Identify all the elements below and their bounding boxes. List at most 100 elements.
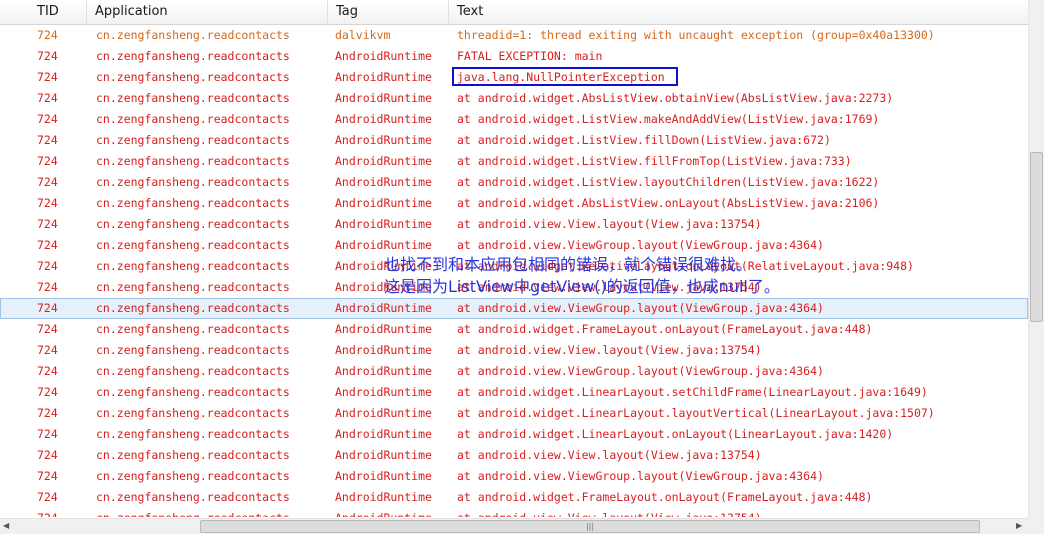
log-tag-cell: AndroidRuntime <box>335 322 432 336</box>
log-text-cell: at android.view.ViewGroup.layout(ViewGro… <box>457 364 824 378</box>
log-tid-cell: 724 <box>37 259 58 273</box>
log-tid-cell: 724 <box>37 385 58 399</box>
log-application-cell: cn.zengfansheng.readcontacts <box>96 508 290 517</box>
log-tid-cell: 724 <box>37 91 58 105</box>
log-tag-cell: AndroidRuntime <box>335 490 432 504</box>
column-header-application[interactable]: Application <box>87 0 328 24</box>
log-tag-cell: AndroidRuntime <box>335 238 432 252</box>
annotation-text: 也找不到和本应用包相同的错误，就个错误很难找。 这是因为ListView中get… <box>384 254 780 298</box>
log-tid-cell: 724 <box>37 175 58 189</box>
horizontal-scrollbar[interactable]: ◀ ||| ▶ <box>0 518 1028 534</box>
log-tag-cell: AndroidRuntime <box>335 196 432 210</box>
log-text-cell: at android.widget.ListView.fillDown(List… <box>457 133 831 147</box>
log-text-cell: at android.widget.ListView.fillFromTop(L… <box>457 154 852 168</box>
log-application-cell: cn.zengfansheng.readcontacts <box>96 49 290 63</box>
vertical-scrollbar[interactable] <box>1028 0 1044 518</box>
log-row[interactable]: 724 cn.zengfansheng.readcontacts AndroidRu… <box>0 172 1028 193</box>
log-tid-cell: 724 <box>37 508 58 517</box>
log-row[interactable]: 724 cn.zengfansheng.readcontacts AndroidRu… <box>0 319 1028 340</box>
log-tag-cell: dalvikvm <box>335 28 391 42</box>
log-row[interactable]: 724 cn.zengfansheng.readcontacts AndroidRu… <box>0 445 1028 466</box>
log-tag-cell: AndroidRuntime <box>335 70 432 84</box>
log-application-cell: cn.zengfansheng.readcontacts <box>96 91 290 105</box>
log-application-cell: cn.zengfansheng.readcontacts <box>96 385 290 399</box>
log-row[interactable]: 724 cn.zengfansheng.readcontacts AndroidRu… <box>0 151 1028 172</box>
log-tid-cell: 724 <box>37 427 58 441</box>
log-text-cell: at android.view.ViewGroup.layout(ViewGro… <box>457 301 824 315</box>
log-text-cell: at android.view.View.layout(View.java:13… <box>457 343 762 357</box>
log-tid-cell: 724 <box>37 301 58 315</box>
log-tid-cell: 724 <box>37 490 58 504</box>
log-text-cell: at android.view.ViewGroup.layout(ViewGro… <box>457 469 824 483</box>
log-tid-cell: 724 <box>37 196 58 210</box>
log-tag-cell: AndroidRuntime <box>335 217 432 231</box>
log-text-cell: at android.view.View.layout(View.java:13… <box>457 448 762 462</box>
log-row[interactable]: 724 cn.zengfansheng.readcontacts AndroidRu… <box>0 109 1028 130</box>
log-row[interactable]: 724 cn.zengfansheng.readcontacts AndroidRu… <box>0 298 1028 319</box>
log-application-cell: cn.zengfansheng.readcontacts <box>96 70 290 84</box>
log-row[interactable]: 724 cn.zengfansheng.readcontacts AndroidRu… <box>0 382 1028 403</box>
log-tid-cell: 724 <box>37 49 58 63</box>
log-row[interactable]: 724 cn.zengfansheng.readcontacts AndroidRu… <box>0 67 1028 88</box>
log-tag-cell: AndroidRuntime <box>335 175 432 189</box>
log-application-cell: cn.zengfansheng.readcontacts <box>96 364 290 378</box>
log-application-cell: cn.zengfansheng.readcontacts <box>96 427 290 441</box>
log-text-cell: java.lang.NullPointerException <box>457 70 665 84</box>
log-row[interactable]: 724 cn.zengfansheng.readcontacts AndroidRu… <box>0 424 1028 445</box>
log-tag-cell: AndroidRuntime <box>335 469 432 483</box>
log-text-cell: at android.widget.ListView.makeAndAddVie… <box>457 112 880 126</box>
log-row[interactable]: 724 cn.zengfansheng.readcontacts AndroidRu… <box>0 361 1028 382</box>
log-row[interactable]: 724 cn.zengfansheng.readcontacts AndroidRu… <box>0 487 1028 508</box>
log-text-cell: at android.widget.ListView.layoutChildre… <box>457 175 880 189</box>
column-header-tag[interactable]: Tag <box>328 0 449 24</box>
log-application-cell: cn.zengfansheng.readcontacts <box>96 259 290 273</box>
log-row[interactable]: 724 cn.zengfansheng.readcontacts dalvikvm t… <box>0 25 1028 46</box>
scroll-right-arrow-icon[interactable]: ▶ <box>1016 521 1022 530</box>
log-row[interactable]: 724 cn.zengfansheng.readcontacts AndroidRu… <box>0 130 1028 151</box>
log-tag-cell: AndroidRuntime <box>335 49 432 63</box>
log-text-cell: at android.widget.FrameLayout.onLayout(F… <box>457 322 873 336</box>
log-application-cell: cn.zengfansheng.readcontacts <box>96 154 290 168</box>
log-text-cell: threadid=1: thread exiting with uncaught… <box>457 28 935 42</box>
log-application-cell: cn.zengfansheng.readcontacts <box>96 469 290 483</box>
horizontal-scroll-thumb[interactable]: ||| <box>200 520 980 533</box>
log-text-cell: at android.widget.LinearLayout.onLayout(… <box>457 427 894 441</box>
log-tag-cell: AndroidRuntime <box>335 343 432 357</box>
log-row[interactable]: 724 cn.zengfansheng.readcontacts AndroidRu… <box>0 235 1028 256</box>
log-tag-cell: AndroidRuntime <box>335 154 432 168</box>
column-header-text[interactable]: Text <box>449 0 1028 24</box>
log-tid-cell: 724 <box>37 217 58 231</box>
log-row[interactable]: 724 cn.zengfansheng.readcontacts AndroidRu… <box>0 214 1028 235</box>
log-tid-cell: 724 <box>37 364 58 378</box>
log-tag-cell: AndroidRuntime <box>335 112 432 126</box>
log-application-cell: cn.zengfansheng.readcontacts <box>96 196 290 210</box>
log-tid-cell: 724 <box>37 154 58 168</box>
scroll-left-arrow-icon[interactable]: ◀ <box>3 521 9 530</box>
log-tid-cell: 724 <box>37 406 58 420</box>
column-header-tid[interactable]: TID <box>29 0 87 24</box>
annotation-line-2: 这是因为ListView中getView()的返回值，也成null了。 <box>384 277 780 296</box>
log-tag-cell: AndroidRuntime <box>335 301 432 315</box>
log-application-cell: cn.zengfansheng.readcontacts <box>96 448 290 462</box>
log-application-cell: cn.zengfansheng.readcontacts <box>96 280 290 294</box>
log-text-cell: at android.widget.FrameLayout.onLayout(F… <box>457 490 873 504</box>
log-application-cell: cn.zengfansheng.readcontacts <box>96 28 290 42</box>
log-application-cell: cn.zengfansheng.readcontacts <box>96 112 290 126</box>
log-tid-cell: 724 <box>37 469 58 483</box>
log-tag-cell: AndroidRuntime <box>335 385 432 399</box>
log-row[interactable]: 724 cn.zengfansheng.readcontacts AndroidRu… <box>0 403 1028 424</box>
log-tag-cell: AndroidRuntime <box>335 364 432 378</box>
vertical-scroll-thumb[interactable] <box>1030 152 1043 322</box>
log-tag-cell: AndroidRuntime <box>335 508 432 517</box>
log-text-cell: at android.view.View.layout(View.java:13… <box>457 217 762 231</box>
log-application-cell: cn.zengfansheng.readcontacts <box>96 406 290 420</box>
log-row[interactable]: 724 cn.zengfansheng.readcontacts AndroidRu… <box>0 88 1028 109</box>
log-row[interactable]: 724 cn.zengfansheng.readcontacts AndroidRu… <box>0 466 1028 487</box>
log-tag-cell: AndroidRuntime <box>335 133 432 147</box>
log-row[interactable]: 724 cn.zengfansheng.readcontacts AndroidRu… <box>0 193 1028 214</box>
log-row[interactable]: 724 cn.zengfansheng.readcontacts AndroidRu… <box>0 340 1028 361</box>
log-tid-cell: 724 <box>37 448 58 462</box>
log-row[interactable]: 724 cn.zengfansheng.readcontacts AndroidRu… <box>0 46 1028 67</box>
log-row[interactable]: 724 cn.zengfansheng.readcontacts AndroidRu… <box>0 508 1028 517</box>
log-application-cell: cn.zengfansheng.readcontacts <box>96 343 290 357</box>
